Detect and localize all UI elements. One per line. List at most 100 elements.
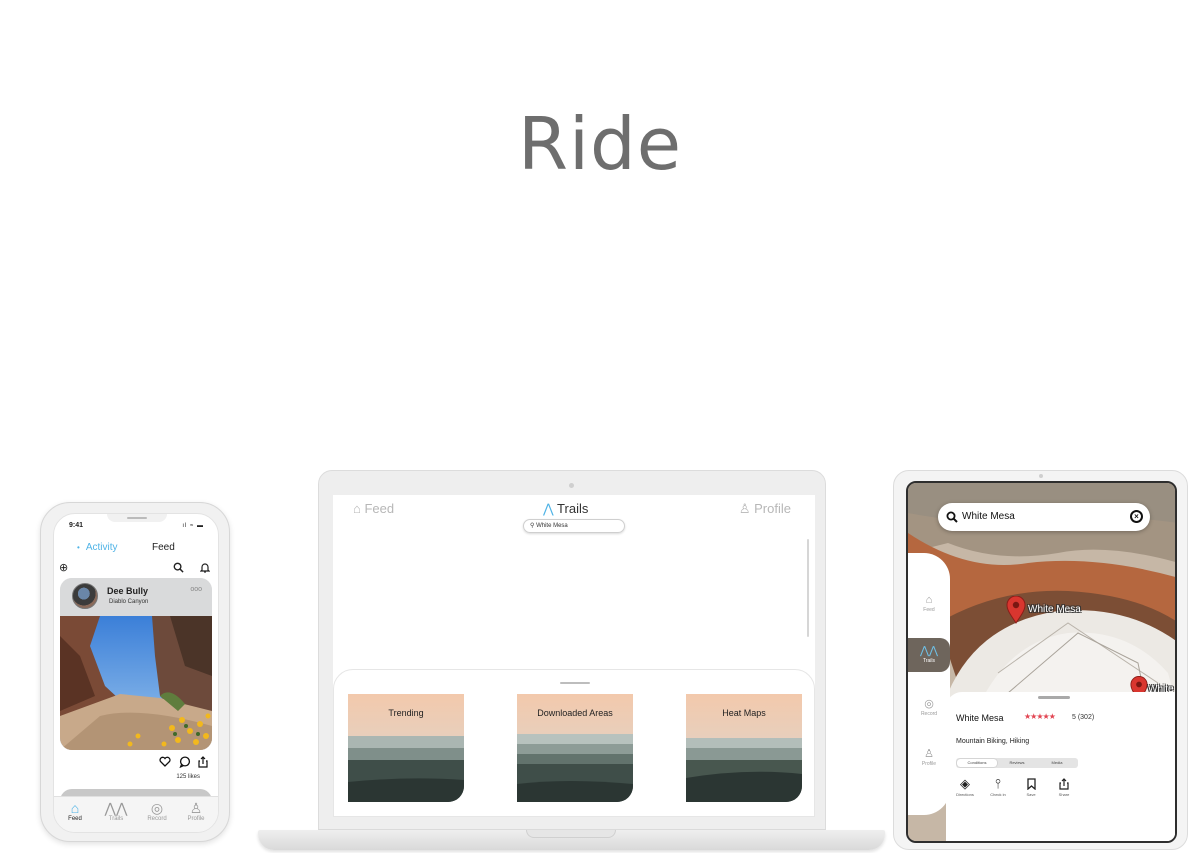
- trail-activities: Mountain Biking, Hiking: [956, 738, 1030, 745]
- side-nav: ⌂ Feed ⋀⋀ Trails ◎ Record ♙ Profile: [908, 553, 950, 815]
- mountain-icon: ⋀: [543, 501, 558, 516]
- feed-actions: ⊕: [54, 562, 218, 576]
- bottom-sheet: Trending Downloaded Areas Heat Maps: [333, 669, 815, 817]
- more-options-icon[interactable]: ooo: [190, 586, 202, 593]
- record-icon: ◎: [150, 800, 164, 816]
- sheet-handle[interactable]: [560, 682, 590, 684]
- bottom-nav: ⌂ Feed ⋀⋀ Trails ◎ Record ♙ Profile: [54, 796, 218, 832]
- home-icon: ⌂: [353, 501, 365, 516]
- segment-conditions[interactable]: Conditions: [957, 759, 997, 767]
- clear-search-icon[interactable]: ×: [1130, 510, 1143, 523]
- check-in-button[interactable]: ⫯ Check in: [981, 776, 1015, 797]
- nav-feed[interactable]: ⌂ Feed: [55, 800, 95, 822]
- laptop-camera: [569, 483, 574, 488]
- directions-icon: ◈: [960, 776, 970, 791]
- card-heat-maps[interactable]: Heat Maps: [686, 694, 802, 802]
- share-icon[interactable]: [198, 756, 208, 771]
- action-label: Directions: [956, 792, 974, 797]
- card-downloaded-areas[interactable]: Downloaded Areas: [517, 694, 633, 802]
- avatar[interactable]: [72, 583, 98, 609]
- laptop-screen: ⌂ Feed ⋀ Trails ♙ Profile ⚲ White Mesa T…: [333, 495, 815, 817]
- search-value: White Mesa: [962, 511, 1015, 522]
- trail-name: White Mesa: [956, 713, 1004, 723]
- heart-icon[interactable]: [159, 756, 171, 770]
- directions-button[interactable]: ◈ Directions: [948, 776, 982, 797]
- tab-feed[interactable]: Feed: [152, 542, 175, 553]
- search-input[interactable]: ⚲ White Mesa: [523, 519, 625, 533]
- status-time: 9:41: [69, 522, 84, 529]
- nav-feed[interactable]: ⌂ Feed: [908, 593, 950, 613]
- bell-icon[interactable]: [199, 562, 211, 576]
- canyon-photo: [60, 616, 212, 750]
- card-label: Heat Maps: [722, 708, 766, 718]
- search-icon: [946, 503, 958, 533]
- feed-tabs: Activity Feed: [54, 542, 218, 556]
- post-location: Diablo Canyon: [109, 599, 149, 605]
- nav-trails[interactable]: ⋀ Trails: [543, 501, 588, 517]
- mountain-icon: ⋀⋀: [919, 645, 939, 657]
- card-label: Trending: [388, 708, 424, 718]
- trail-detail-sheet: White Mesa ★★★★★ 5 (302) Mountain Biking…: [946, 692, 1175, 841]
- action-label: Save: [1026, 792, 1036, 797]
- scrollbar[interactable]: [807, 539, 809, 637]
- action-label: Check in: [990, 792, 1006, 797]
- sheet-handle[interactable]: [1038, 696, 1070, 699]
- nav-trails[interactable]: ⋀⋀ Trails: [96, 800, 136, 822]
- segment-reviews[interactable]: Reviews: [997, 759, 1037, 767]
- tablet-camera: [1039, 474, 1043, 478]
- rating-count[interactable]: 5 (302): [1072, 714, 1094, 721]
- map-pin-icon[interactable]: [1006, 596, 1026, 624]
- nav-label: Record: [920, 711, 938, 717]
- profile-icon: ♙: [189, 800, 203, 816]
- nav-profile[interactable]: ♙ Profile: [908, 747, 950, 767]
- bookmark-icon: [1014, 778, 1048, 790]
- share-button[interactable]: Share: [1047, 776, 1081, 797]
- segment-media[interactable]: Media: [1037, 759, 1077, 767]
- laptop-trackpad-notch: [526, 830, 616, 838]
- likes-count: 125 likes: [176, 774, 200, 780]
- laptop-device: ⌂ Feed ⋀ Trails ♙ Profile ⚲ White Mesa T…: [318, 470, 826, 830]
- nav-label: Profile: [754, 501, 791, 516]
- home-icon: ⌂: [70, 800, 80, 816]
- rating-stars: ★★★★★: [1024, 712, 1056, 721]
- nav-label: Feed: [364, 501, 395, 516]
- tablet-device: White Mesa White White Mesa × ⌂ Feed ⋀⋀ …: [893, 470, 1188, 850]
- search-value: White Mesa: [536, 523, 568, 529]
- card-trending[interactable]: Trending: [348, 694, 464, 802]
- card-label: Downloaded Areas: [537, 708, 613, 718]
- detail-segmented-control: Conditions Reviews Media: [956, 758, 1078, 768]
- phone-notch: [107, 514, 167, 522]
- post-username[interactable]: Dee Bully: [107, 586, 148, 596]
- nav-record[interactable]: ◎ Record: [137, 800, 177, 822]
- page-title: Ride: [517, 102, 683, 186]
- save-button[interactable]: Save: [1014, 776, 1048, 797]
- phone-screen: 9:41 ıl ≈ ▬ Activity Feed ⊕ Dee Bully Di…: [53, 513, 219, 833]
- nav-label: Profile: [921, 761, 937, 767]
- laptop-base: [258, 830, 885, 850]
- phone-device: 9:41 ıl ≈ ▬ Activity Feed ⊕ Dee Bully Di…: [40, 502, 230, 842]
- tab-activity[interactable]: Activity: [77, 542, 118, 553]
- pin-icon: ⫯: [995, 776, 1001, 791]
- profile-icon: ♙: [924, 748, 934, 760]
- top-nav: ⌂ Feed ⋀ Trails ♙ Profile: [333, 501, 815, 519]
- nav-label: Trails: [922, 658, 936, 664]
- nav-profile[interactable]: ♙ Profile: [739, 501, 791, 517]
- nav-profile[interactable]: ♙ Profile: [176, 800, 216, 822]
- nav-feed[interactable]: ⌂ Feed: [353, 501, 394, 516]
- nav-label: Feed: [923, 607, 935, 613]
- comment-icon[interactable]: [179, 756, 191, 771]
- map-pin-label: White Mesa: [1028, 604, 1081, 615]
- nav-trails[interactable]: ⋀⋀ Trails: [908, 638, 950, 672]
- add-circle-icon[interactable]: ⊕: [59, 562, 68, 574]
- action-label: Share: [1058, 792, 1070, 797]
- profile-icon: ♙: [738, 501, 755, 516]
- search-input[interactable]: White Mesa ×: [938, 503, 1150, 531]
- nav-label: Trails: [108, 816, 124, 822]
- nav-label: Profile: [187, 816, 205, 822]
- nav-record[interactable]: ◎ Record: [908, 697, 950, 717]
- nav-label: Trails: [557, 501, 589, 516]
- post-header: Dee Bully Diablo Canyon ooo: [60, 578, 212, 616]
- search-icon[interactable]: [173, 562, 184, 576]
- home-icon: ⌂: [925, 594, 933, 606]
- feed-post[interactable]: Dee Bully Diablo Canyon ooo: [60, 578, 212, 750]
